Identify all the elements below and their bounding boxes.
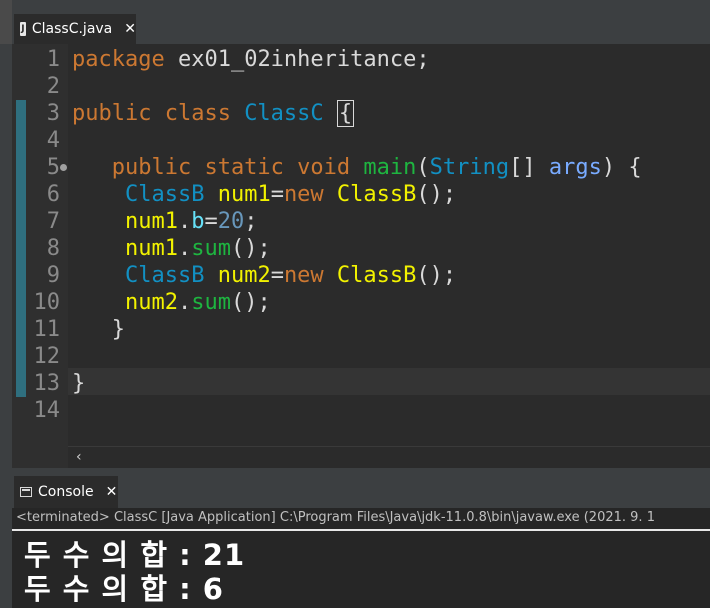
line-number: 9 <box>46 263 60 288</box>
code-token: ClassB <box>336 182 417 207</box>
code-line: num1.sum(); <box>72 235 271 262</box>
code-token: ex01_02inheritance; <box>177 47 430 72</box>
editor-tab-bar: J ClassC.java ✕ <box>0 0 710 44</box>
code-token: num2 <box>217 263 271 288</box>
line-number: 13 <box>33 371 61 396</box>
code-token: ClassB <box>336 263 417 288</box>
code-token: ClassB <box>72 263 218 288</box>
java-file-icon: J <box>20 22 26 36</box>
code-token: b <box>191 209 205 234</box>
code-token: ( <box>416 155 430 180</box>
code-line: package ex01_02inheritance; <box>72 46 430 73</box>
change-marker <box>16 181 26 208</box>
horizontal-scrollbar[interactable]: ‹ <box>68 446 710 468</box>
tab-console[interactable]: Console ✕ <box>14 476 118 508</box>
code-token: = <box>204 209 218 234</box>
console-icon <box>20 487 32 497</box>
change-marker <box>16 235 26 262</box>
code-line: } <box>72 370 85 397</box>
change-marker <box>16 154 26 181</box>
code-token: { <box>336 100 355 127</box>
left-frame <box>0 44 12 608</box>
panel-separator[interactable] <box>0 468 710 476</box>
code-token: ClassC <box>244 101 337 126</box>
code-token: } <box>72 317 125 342</box>
code-token: num1 <box>217 182 271 207</box>
line-number: 6 <box>46 182 60 207</box>
code-token: num2 <box>72 290 178 315</box>
code-token: public static void <box>72 155 364 180</box>
line-number: 2 <box>46 74 60 99</box>
code-token: main <box>363 155 417 180</box>
code-line: public static void main(String[] args) { <box>72 154 642 181</box>
change-marker <box>16 289 26 316</box>
code-token: (); <box>416 182 457 207</box>
line-number: 1 <box>46 47 60 72</box>
line-number: 4 <box>46 128 60 153</box>
code-editor[interactable]: 1 package ex01_02inheritance; 2 3 public cla… <box>12 44 710 468</box>
code-line: } <box>72 316 125 343</box>
code-token: sum <box>191 290 231 315</box>
code-line: ClassB num2=new ClassB(); <box>72 262 456 289</box>
console-tab-label: Console <box>38 484 94 500</box>
code-token: . <box>177 290 192 315</box>
change-marker <box>16 262 26 289</box>
code-token: = <box>270 263 284 288</box>
code-token: 20 <box>217 209 245 234</box>
code-token: (); <box>416 263 457 288</box>
code-token: . <box>177 209 192 234</box>
change-marker <box>16 100 26 127</box>
close-tab-icon[interactable]: ✕ <box>124 21 136 37</box>
code-token: . <box>177 236 192 261</box>
code-token: ClassB <box>72 182 218 207</box>
line-number: 12 <box>33 344 61 369</box>
code-token: } <box>72 371 86 396</box>
console-status: <terminated> ClassC [Java Application] C… <box>16 510 655 525</box>
fold-marker-icon[interactable] <box>60 164 67 171</box>
line-number: 8 <box>46 236 60 261</box>
code-token: package <box>72 47 178 72</box>
code-token: String <box>429 155 510 180</box>
code-token: public class <box>72 101 245 126</box>
close-console-icon[interactable]: ✕ <box>106 484 118 500</box>
change-marker <box>16 208 26 235</box>
tab-bar-gap <box>0 0 12 44</box>
code-token: num1 <box>72 209 178 234</box>
line-number: 10 <box>33 290 61 315</box>
line-number: 11 <box>33 317 61 342</box>
code-line: num1.b=20; <box>72 208 258 235</box>
change-marker <box>16 316 26 343</box>
code-line: ClassB num1=new ClassB(); <box>72 181 456 208</box>
line-number: 5 <box>46 155 60 180</box>
change-marker <box>16 343 26 370</box>
code-token: sum <box>191 236 231 261</box>
tab-label: ClassC.java <box>31 21 113 37</box>
code-token: new <box>283 263 337 288</box>
code-line: num2.sum(); <box>72 289 271 316</box>
code-token: args <box>548 155 602 180</box>
change-marker <box>16 370 26 397</box>
line-number: 7 <box>46 209 60 234</box>
scroll-left-arrow-icon[interactable]: ‹ <box>76 449 82 465</box>
current-line-highlight <box>68 368 710 395</box>
code-token: ; <box>244 209 258 234</box>
line-number: 3 <box>46 101 60 126</box>
code-token: [] <box>509 155 549 180</box>
code-line: public class ClassC { <box>72 100 355 127</box>
code-token: num1 <box>72 236 178 261</box>
code-token: (); <box>230 236 271 261</box>
console-panel[interactable]: <terminated> ClassC [Java Application] C… <box>12 508 710 608</box>
code-token: (); <box>230 290 271 315</box>
code-token: new <box>283 182 337 207</box>
change-marker <box>16 127 26 154</box>
line-number: 14 <box>33 398 61 423</box>
tab-classc-java[interactable]: J ClassC.java ✕ <box>14 14 136 44</box>
status-divider <box>12 529 710 531</box>
code-token: ) { <box>601 155 642 180</box>
code-token: = <box>270 182 284 207</box>
console-output-line: 두 수 의 합 : 6 <box>24 572 224 606</box>
console-tab-bar: Console ✕ <box>0 476 710 508</box>
